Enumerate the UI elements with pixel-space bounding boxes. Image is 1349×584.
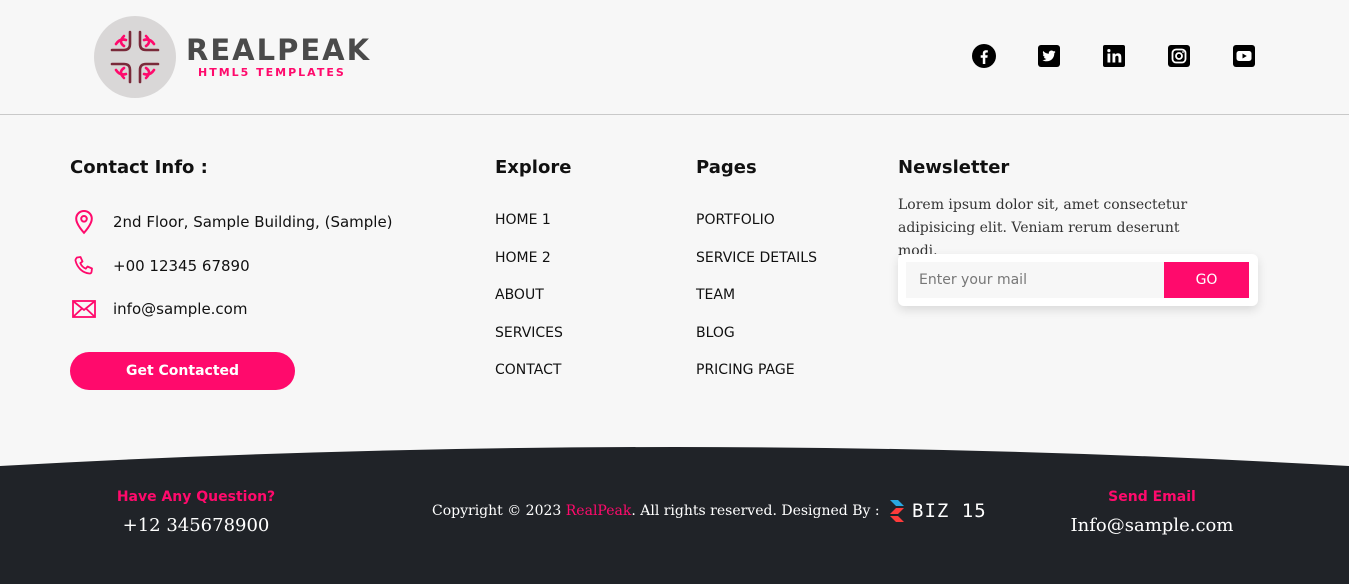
newsletter-title: Newsletter xyxy=(898,157,1010,178)
pages-link-team[interactable]: TEAM xyxy=(696,285,817,323)
logo[interactable]: REALPEAK HTML5 TEMPLATES xyxy=(94,16,371,98)
get-contacted-button[interactable]: Get Contacted xyxy=(70,352,295,390)
newsletter-form: GO xyxy=(898,254,1258,306)
logo-mark-icon xyxy=(94,16,176,98)
explore-link-home-2[interactable]: HOME 2 xyxy=(495,248,563,286)
question-label: Have Any Question? xyxy=(116,489,276,505)
location-pin-icon xyxy=(70,208,98,236)
copyright-suffix: . All rights reserved. Designed By : xyxy=(631,503,885,519)
pages-link-portfolio[interactable]: PORTFOLIO xyxy=(696,210,817,248)
copyright: Copyright © 2023 RealPeak . All rights r… xyxy=(432,498,987,524)
explore-links: HOME 1 HOME 2 ABOUT SERVICES CONTACT xyxy=(495,210,563,398)
explore-link-home-1[interactable]: HOME 1 xyxy=(495,210,563,248)
contact-address-text: 2nd Floor, Sample Building, (Sample) xyxy=(113,213,393,231)
explore-link-about[interactable]: ABOUT xyxy=(495,285,563,323)
phone-icon xyxy=(70,252,98,280)
top-bar: REALPEAK HTML5 TEMPLATES xyxy=(0,0,1349,115)
instagram-icon[interactable] xyxy=(1167,44,1191,68)
logo-title: REALPEAK xyxy=(186,33,372,67)
pages-links: PORTFOLIO SERVICE DETAILS TEAM BLOG PRIC… xyxy=(696,210,817,398)
pages-link-pricing-page[interactable]: PRICING PAGE xyxy=(696,360,817,398)
social-links xyxy=(972,44,1256,68)
pages-link-blog[interactable]: BLOG xyxy=(696,323,817,361)
contact-phone[interactable]: +00 12345 67890 xyxy=(70,252,250,280)
facebook-icon[interactable] xyxy=(972,44,996,68)
logo-subtitle: HTML5 TEMPLATES xyxy=(198,66,346,79)
contact-title: Contact Info : xyxy=(70,157,208,178)
newsletter-description: Lorem ipsum dolor sit, amet consectetur … xyxy=(898,197,1188,259)
pages-link-service-details[interactable]: SERVICE DETAILS xyxy=(696,248,817,286)
explore-link-services[interactable]: SERVICES xyxy=(495,323,563,361)
footer-email[interactable]: Info@sample.com xyxy=(1052,515,1252,536)
contact-email-text: info@sample.com xyxy=(113,300,248,318)
newsletter-go-button[interactable]: GO xyxy=(1164,262,1249,298)
twitter-icon[interactable] xyxy=(1037,44,1061,68)
contact-address: 2nd Floor, Sample Building, (Sample) xyxy=(70,208,393,236)
designer-name: BIZ 15 xyxy=(912,500,987,522)
contact-email[interactable]: info@sample.com xyxy=(70,295,247,323)
copyright-prefix: Copyright © 2023 xyxy=(432,503,566,519)
explore-link-contact[interactable]: CONTACT xyxy=(495,360,563,398)
mail-icon xyxy=(70,295,98,323)
designer-logo[interactable]: BIZ 15 xyxy=(888,498,987,524)
explore-title: Explore xyxy=(495,157,572,178)
biz15-chevron-icon xyxy=(890,500,905,522)
youtube-icon[interactable] xyxy=(1232,44,1256,68)
question-phone[interactable]: +12 345678900 xyxy=(96,515,296,536)
contact-phone-text: +00 12345 67890 xyxy=(113,257,250,275)
pages-title: Pages xyxy=(696,157,757,178)
copyright-brand-link[interactable]: RealPeak xyxy=(566,503,632,519)
linkedin-icon[interactable] xyxy=(1102,44,1126,68)
newsletter-email-input[interactable] xyxy=(906,262,1164,298)
send-email-label: Send Email xyxy=(1108,489,1196,505)
